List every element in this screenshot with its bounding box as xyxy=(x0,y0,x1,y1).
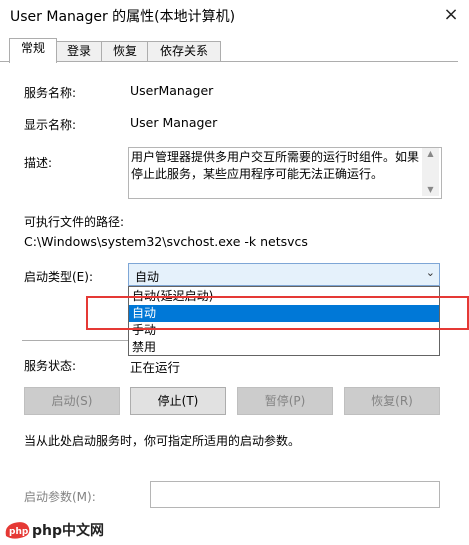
dropdown-option-disabled[interactable]: 禁用 xyxy=(129,339,439,356)
tab-label: 登录 xyxy=(66,44,91,58)
red-highlight-box xyxy=(86,296,469,330)
pause-button[interactable]: 暂停(P) xyxy=(237,387,333,415)
window-title: User Manager 的属性(本地计算机) xyxy=(10,9,236,25)
start-params-label: 启动参数(M): xyxy=(24,490,96,504)
tab-label: 恢复 xyxy=(112,44,137,58)
tab-dependencies[interactable]: 依存关系 xyxy=(147,41,221,62)
resume-button[interactable]: 恢复(R) xyxy=(344,387,440,415)
startup-type-current: 自动 xyxy=(135,270,160,284)
startup-type-label: 启动类型(E): xyxy=(24,270,93,284)
path-label: 可执行文件的路径: xyxy=(24,215,125,229)
tab-bar: 常规 登录 恢复 依存关系 xyxy=(0,34,469,63)
tab-logon[interactable]: 登录 xyxy=(55,41,103,62)
tab-general[interactable]: 常规 xyxy=(9,38,57,63)
description-text: 用户管理器提供多用户交互所需要的运行时组件。如果停止此服务，某些应用程序可能无法… xyxy=(131,150,420,181)
display-name-label: 显示名称: xyxy=(24,118,77,132)
stop-button[interactable]: 停止(T) xyxy=(130,387,226,415)
tab-recovery[interactable]: 恢复 xyxy=(101,41,149,62)
scroll-down-icon[interactable]: ▼ xyxy=(422,184,439,196)
service-status-label: 服务状态: xyxy=(24,359,77,373)
description-scrollbar[interactable]: ▲ ▼ xyxy=(422,148,439,196)
start-button[interactable]: 启动(S) xyxy=(24,387,120,415)
path-value: C:\Windows\system32\svchost.exe -k netsv… xyxy=(24,234,308,249)
title-bar: User Manager 的属性(本地计算机) × xyxy=(0,0,469,32)
description-label: 描述: xyxy=(24,156,53,170)
tab-label: 常规 xyxy=(20,41,45,55)
close-icon[interactable]: × xyxy=(440,4,462,26)
start-params-hint: 当从此处启动服务时，你可指定所适用的启动参数。 xyxy=(24,434,301,448)
tab-label: 依存关系 xyxy=(159,44,208,58)
php-logo-icon: php xyxy=(5,522,30,539)
service-name-label: 服务名称: xyxy=(24,86,77,100)
scroll-up-icon[interactable]: ▲ xyxy=(422,148,439,160)
start-params-input[interactable] xyxy=(150,481,440,508)
watermark-text: php中文网 xyxy=(32,523,105,539)
startup-type-select[interactable]: 自动 ⌄ xyxy=(128,263,440,286)
svg-text:php: php xyxy=(9,527,29,537)
service-name-value: UserManager xyxy=(130,83,214,98)
service-status-value: 正在运行 xyxy=(130,360,181,375)
display-name-value: User Manager xyxy=(130,115,218,130)
chevron-down-icon: ⌄ xyxy=(425,266,435,279)
